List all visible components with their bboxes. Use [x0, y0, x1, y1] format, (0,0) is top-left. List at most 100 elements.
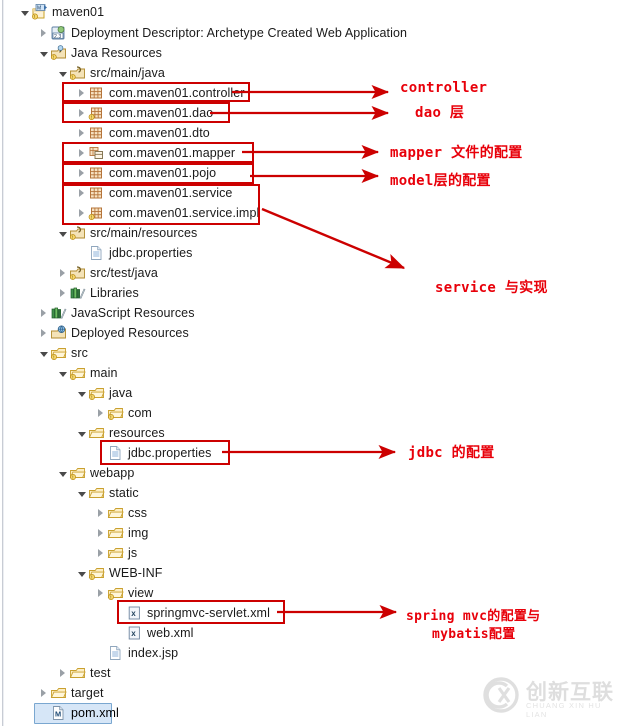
annotation-service: service 与实现 — [435, 277, 548, 297]
tree-item-label: src/main/resources — [90, 226, 198, 240]
tree-item[interactable]: ! src/main/java — [56, 63, 165, 83]
folder-warning-icon: ! — [107, 405, 125, 421]
tree-item[interactable]: ! src/main/resources — [56, 223, 197, 243]
box-jdbc-properties — [100, 440, 230, 465]
chevron-right-icon[interactable] — [94, 503, 107, 523]
annotation-label-mono: mybatis — [432, 627, 489, 642]
annotation-label-cjk: 的配置 — [451, 445, 495, 461]
tree-item[interactable]: img — [94, 523, 148, 543]
tree-item[interactable]: ! WEB-INF — [75, 563, 162, 583]
chevron-down-icon[interactable] — [56, 463, 69, 483]
tree-item[interactable]: JavaScript Resources — [37, 303, 195, 323]
annotation-controller: controller — [400, 80, 487, 96]
tree-item[interactable]: ! Java Resources — [37, 43, 162, 63]
folder-warning-icon: ! — [69, 365, 87, 381]
source-folder-icon: ! — [69, 265, 87, 281]
tree-item[interactable]: ! webapp — [56, 463, 134, 483]
chevron-down-icon[interactable] — [56, 63, 69, 83]
tree-item[interactable]: ! main — [56, 363, 118, 383]
chevron-down-icon[interactable] — [75, 423, 88, 443]
tree-item[interactable]: js — [94, 543, 137, 563]
tree-item[interactable]: 2.3 Deployment Descriptor: Archetype Crea… — [37, 23, 407, 43]
tree-item-label: com.maven01.dto — [109, 126, 210, 140]
tree-item[interactable]: com.maven01.dto — [75, 123, 210, 143]
watermark-subtext: CHUANG XIN HU LIAN — [526, 701, 602, 719]
chevron-down-icon[interactable] — [75, 383, 88, 403]
source-folder-icon: ! — [69, 225, 87, 241]
xml-file-icon: x — [126, 625, 144, 641]
chevron-right-icon[interactable] — [56, 663, 69, 683]
svg-text:!: ! — [72, 475, 73, 480]
chevron-right-icon[interactable] — [94, 403, 107, 423]
chevron-right-icon[interactable] — [94, 543, 107, 563]
tree-item[interactable]: jdbc.properties — [75, 243, 193, 263]
chevron-down-icon[interactable] — [37, 343, 50, 363]
tree-item[interactable]: target — [37, 683, 104, 703]
chevron-right-icon[interactable] — [75, 123, 88, 143]
folder-icon — [69, 665, 87, 681]
tree-item-label: resources — [109, 426, 165, 440]
file-icon — [107, 645, 125, 661]
tree-item[interactable]: x web.xml — [113, 623, 194, 643]
annotation-label-mono: controller — [400, 80, 488, 96]
tree-item-label: Deployed Resources — [71, 326, 189, 340]
arrow-service — [261, 207, 406, 270]
annotation-label-mono: spring mvc — [406, 609, 488, 624]
svg-text:M: M — [55, 710, 61, 719]
svg-text:!: ! — [53, 55, 54, 60]
chevron-right-icon[interactable] — [37, 683, 50, 703]
chevron-right-icon[interactable] — [37, 23, 50, 43]
tree-item-label: test — [90, 666, 111, 680]
tree-item-label: Libraries — [90, 286, 139, 300]
chevron-right-icon[interactable] — [37, 303, 50, 323]
chevron-right-icon[interactable] — [56, 263, 69, 283]
folder-icon — [107, 505, 125, 521]
tree-item-label: maven01 — [52, 5, 105, 19]
package-icon — [88, 125, 106, 141]
tree-item[interactable]: M! maven01 — [18, 2, 104, 22]
library-icon — [69, 285, 87, 301]
svg-text:!: ! — [34, 14, 35, 19]
chevron-right-icon[interactable] — [37, 323, 50, 343]
tree-item[interactable]: ! com — [94, 403, 152, 423]
svg-text:!: ! — [72, 75, 73, 80]
tree-item-label: jdbc.properties — [109, 246, 193, 260]
chevron-right-icon[interactable] — [94, 583, 107, 603]
deployed-resources-icon — [50, 325, 68, 341]
tree-item[interactable]: ! src/test/java — [56, 263, 158, 283]
tree-item-label: WEB-INF — [109, 566, 163, 580]
chevron-right-icon[interactable] — [56, 283, 69, 303]
tree-item[interactable]: static — [75, 483, 139, 503]
maven-project-icon: M! — [31, 4, 49, 20]
tree-item[interactable]: Deployed Resources — [37, 323, 189, 343]
chevron-down-icon[interactable] — [18, 2, 31, 22]
chevron-down-icon[interactable] — [56, 223, 69, 243]
tree-item-label: target — [71, 686, 104, 700]
folder-icon — [107, 545, 125, 561]
svg-text:!: ! — [53, 355, 54, 360]
tree-item-label: src/main/java — [90, 66, 165, 80]
tree-item-label: pom.xml — [71, 706, 119, 720]
chevron-down-icon[interactable] — [75, 563, 88, 583]
annotation-mapper: mapper 文件的配置 — [390, 142, 523, 162]
tree-item-label: src — [71, 346, 88, 360]
tree-item[interactable]: test — [56, 663, 111, 683]
box-controller — [62, 82, 250, 102]
tree-item[interactable]: ! src — [37, 343, 88, 363]
tree-item[interactable]: Mpom.xml — [34, 703, 119, 724]
annotation-label-cjk: 的配置与 — [487, 609, 541, 624]
chevron-right-icon[interactable] — [94, 523, 107, 543]
annotation-springmvc: spring mvc的配置与 — [406, 605, 540, 624]
svg-text:!: ! — [72, 275, 73, 280]
box-mapper — [62, 142, 254, 163]
chevron-down-icon[interactable] — [56, 363, 69, 383]
tree-item[interactable]: ! java — [75, 383, 132, 403]
svg-text:!: ! — [91, 395, 92, 400]
tree-item[interactable]: css — [94, 503, 147, 523]
folder-icon — [107, 525, 125, 541]
tree-item[interactable]: index.jsp — [94, 643, 178, 663]
chevron-down-icon[interactable] — [37, 43, 50, 63]
chevron-down-icon[interactable] — [75, 483, 88, 503]
tree-item[interactable]: Libraries — [56, 283, 139, 303]
